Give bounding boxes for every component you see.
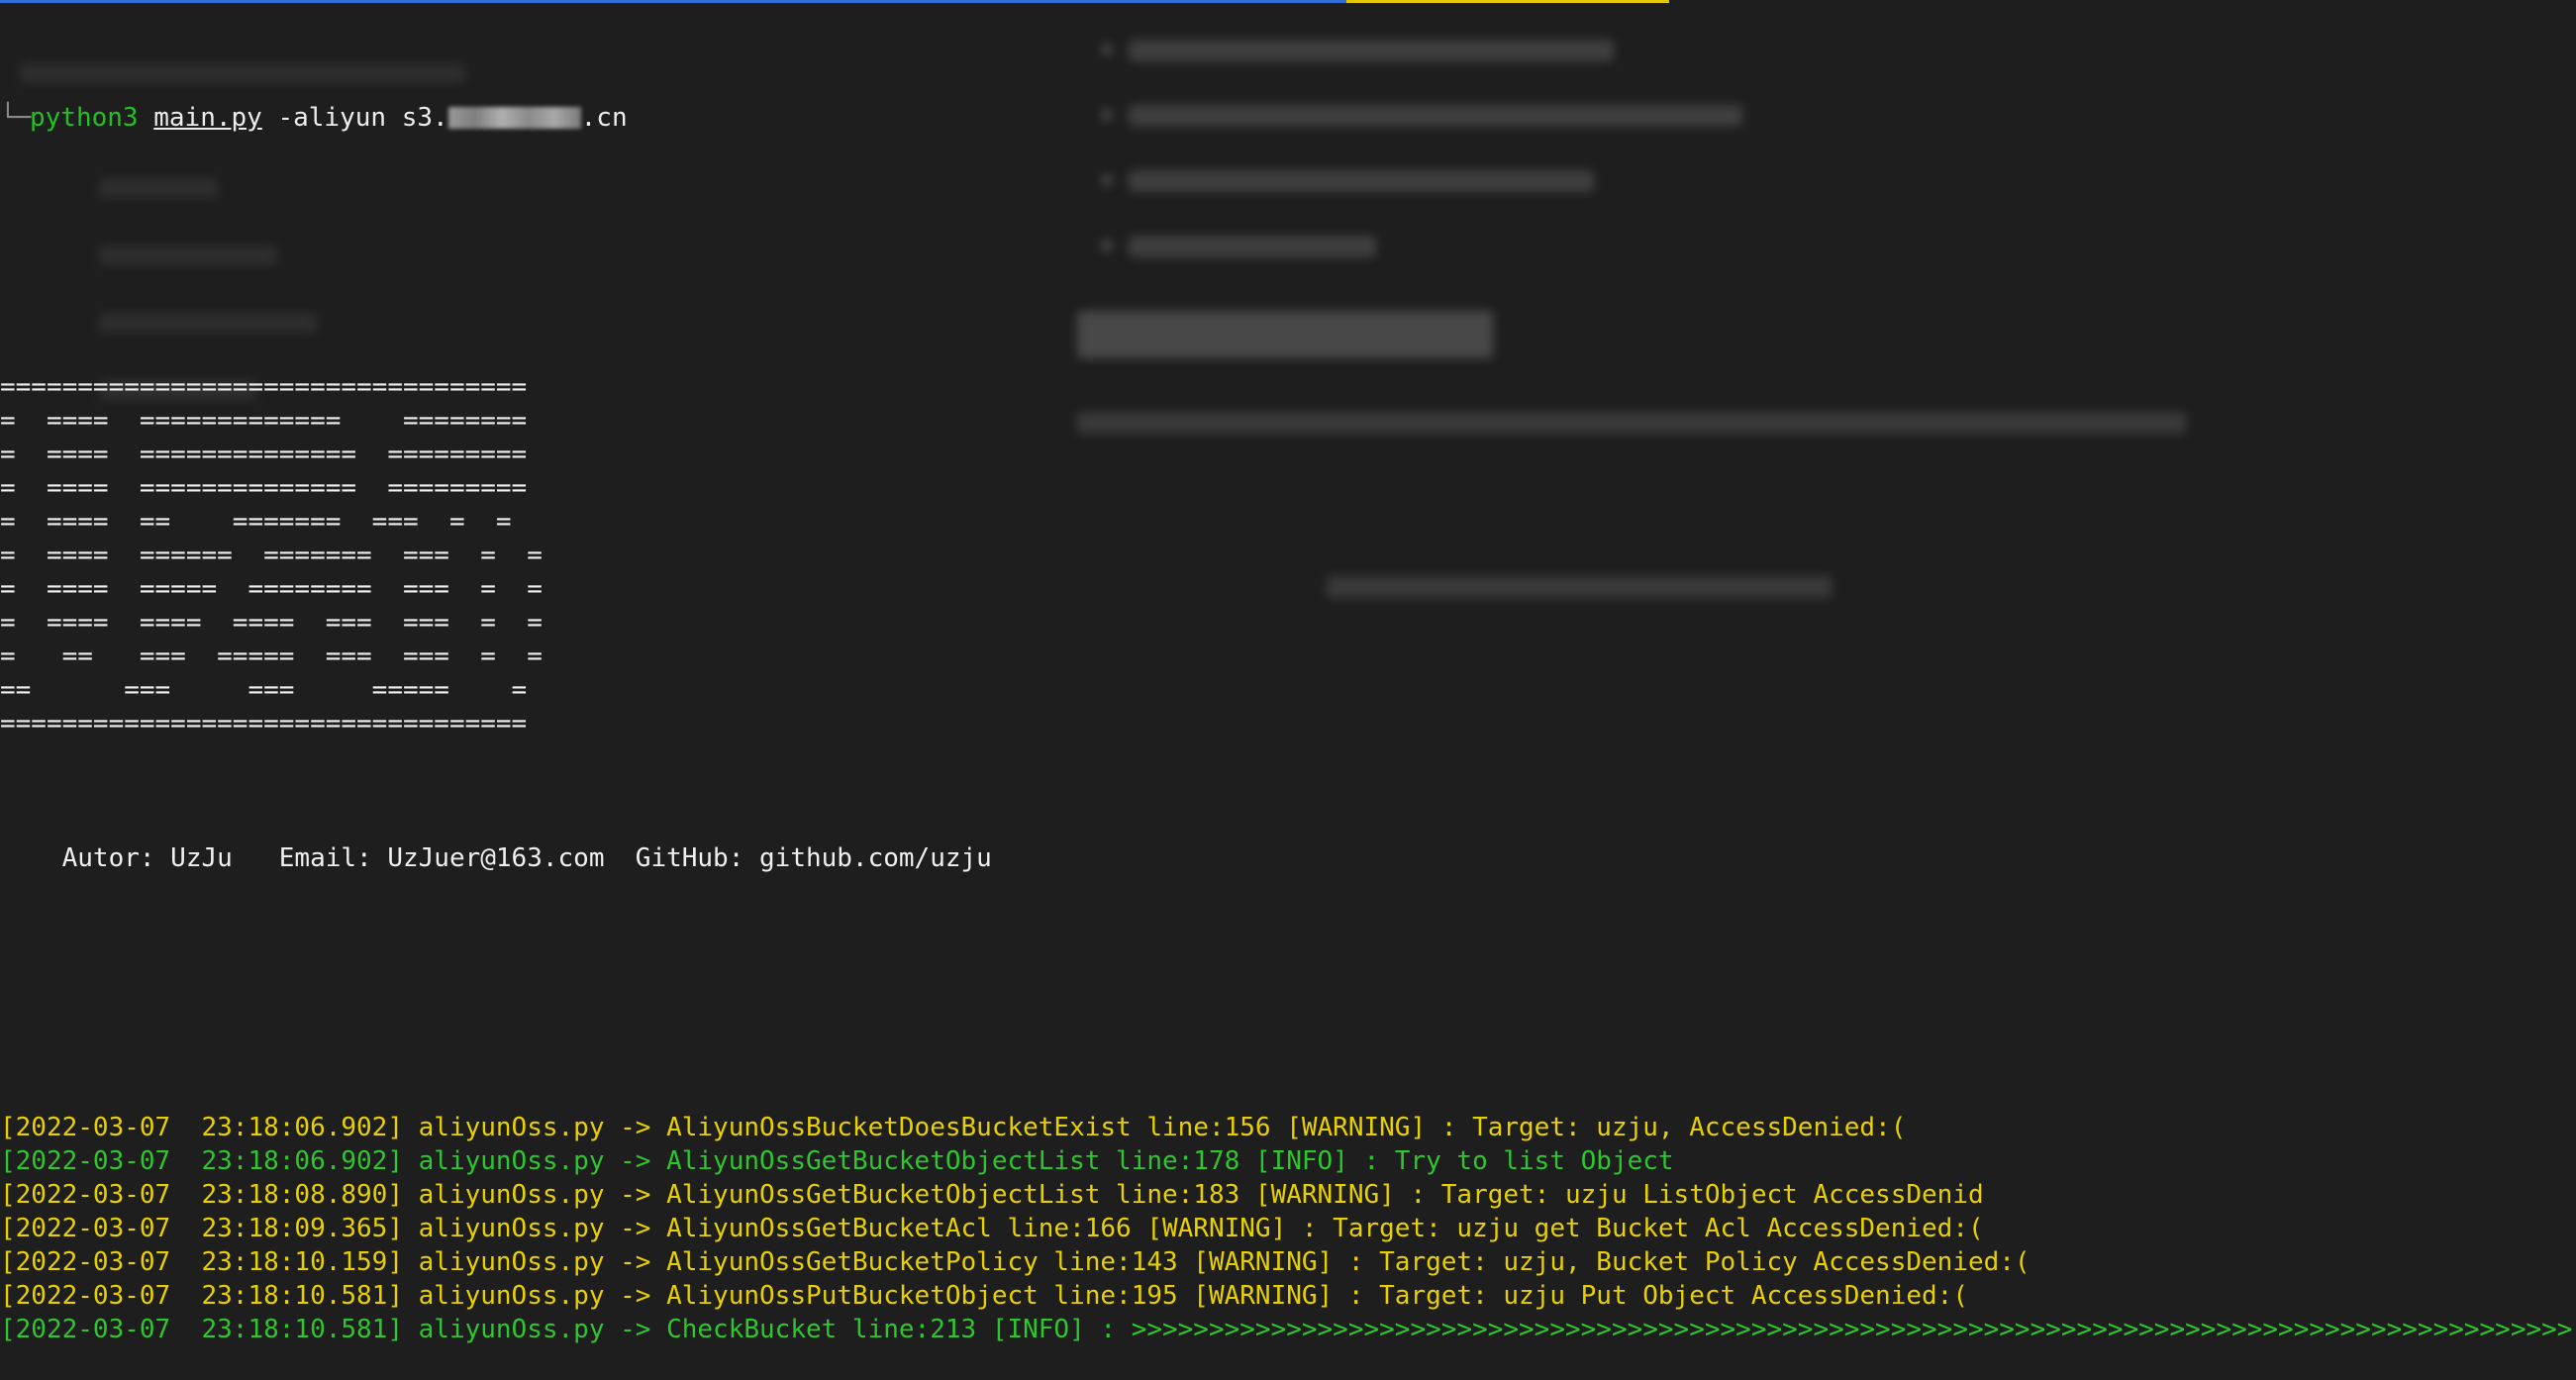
banner-line: ================================== — [0, 372, 528, 402]
log-line-warning: [2022-03-07 23:18:10.159] aliyunOss.py -… — [0, 1247, 2031, 1277]
banner-line: = ==== == ======= === = = — [0, 507, 512, 537]
log-line-warning: [2022-03-07 23:18:09.365] aliyunOss.py -… — [0, 1214, 1984, 1243]
log-line-warning: [2022-03-07 23:18:06.902] aliyunOss.py -… — [0, 1113, 1907, 1142]
log-line-warning: [2022-03-07 23:18:08.890] aliyunOss.py -… — [0, 1180, 1984, 1210]
log-line-warning: [2022-03-07 23:18:10.581] aliyunOss.py -… — [0, 1281, 1968, 1311]
command-script: main.py — [153, 103, 262, 133]
terminal-output[interactable]: └─python3 main.py -aliyun s3. .cn =======… — [0, 0, 2576, 1380]
banner-line: ================================== — [0, 709, 528, 739]
command-target-suffix: .cn — [580, 103, 628, 133]
banner-line: = ==== ===== ======== === = = — [0, 574, 543, 604]
redacted-hostname — [447, 107, 581, 129]
log-line-info: [2022-03-07 23:18:10.581] aliyunOss.py -… — [0, 1315, 2573, 1344]
banner-line: = ==== ============= ======== — [0, 406, 528, 436]
command-program: python3 — [30, 103, 139, 133]
banner-line: = ==== ============== ========= — [0, 440, 528, 469]
log-output: [2022-03-07 23:18:06.902] aliyunOss.py -… — [0, 1111, 2576, 1346]
author-line: Autor: UzJu Email: UzJuer@163.com GitHub… — [0, 843, 992, 873]
banner-line: = ==== ============== ========= — [0, 473, 528, 503]
banner-line: = == === ===== === === = = — [0, 641, 543, 671]
prompt-corner-icon: └─ — [0, 103, 32, 133]
banner-line: == === === ===== = — [0, 675, 528, 705]
banner-line: = ==== ====== ======= === = = — [0, 541, 543, 570]
command-args: -aliyun s3. — [277, 103, 448, 133]
command-line: └─python3 main.py -aliyun s3. .cn — [0, 101, 2576, 135]
ascii-banner: ================================== = ====… — [0, 370, 2576, 740]
log-line-info: [2022-03-07 23:18:06.902] aliyunOss.py -… — [0, 1146, 1674, 1176]
banner-line: = ==== ==== ==== === === = = — [0, 608, 543, 638]
